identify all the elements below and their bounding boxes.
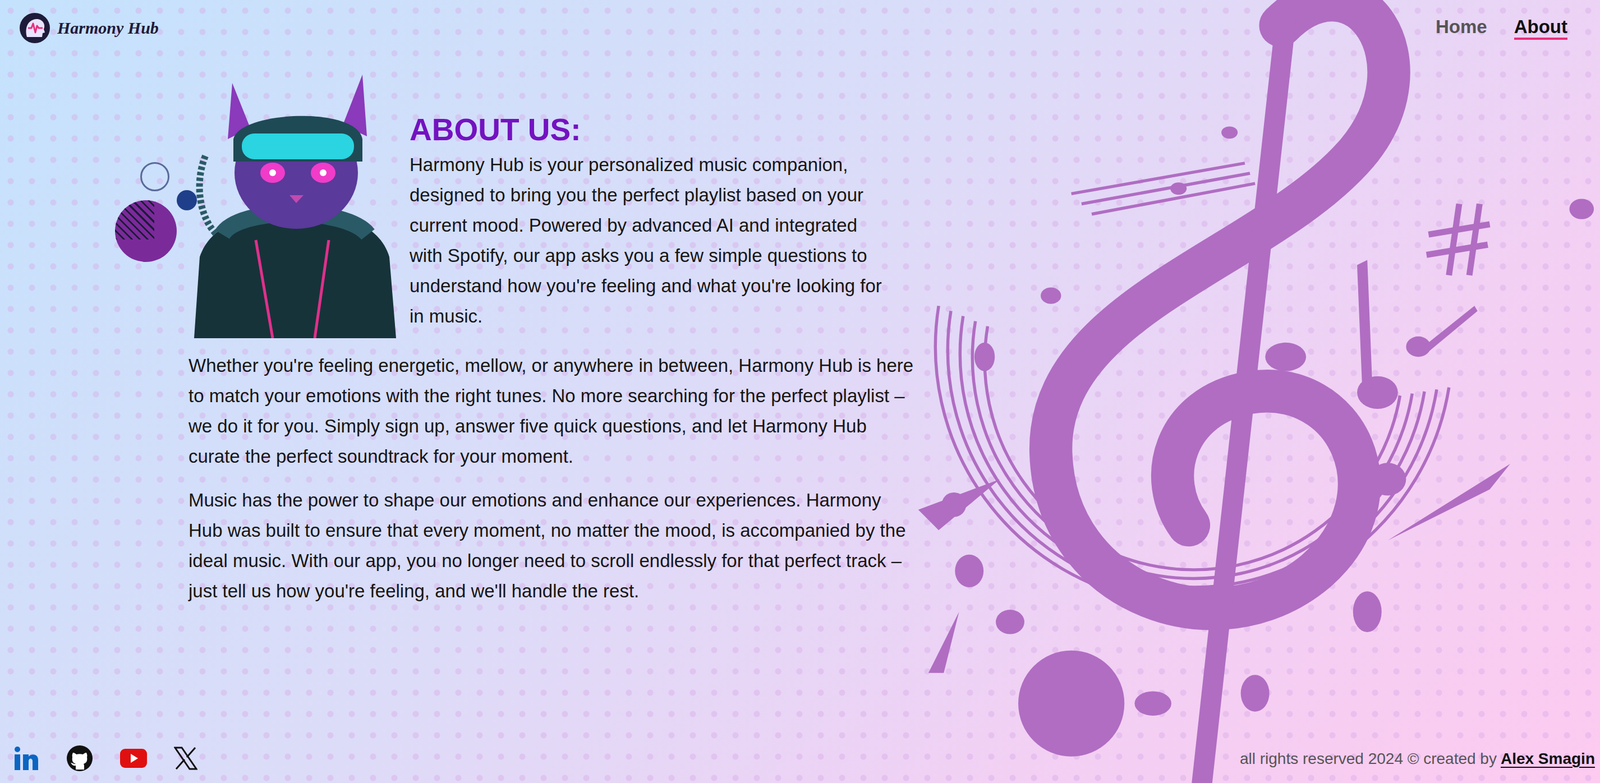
- about-heading: ABOUT US:: [409, 112, 887, 148]
- linkedin-icon[interactable]: [13, 745, 40, 772]
- github-icon[interactable]: [66, 745, 94, 772]
- cat-illustration: [188, 71, 401, 339]
- copyright-text: all rights reserved 2024 © created by: [1239, 747, 1497, 771]
- page: Harmony Hub Home About: [0, 0, 1600, 783]
- logo-icon: [19, 12, 51, 44]
- footer: all rights reserved 2024 © created by Al…: [0, 745, 1600, 783]
- header: Harmony Hub Home About: [0, 0, 1600, 44]
- blue-dot-decoration: [176, 190, 197, 211]
- purple-circle-decoration: [115, 200, 177, 262]
- author-link[interactable]: Alex Smagin: [1500, 747, 1595, 771]
- x-icon[interactable]: [173, 746, 198, 771]
- brand[interactable]: Harmony Hub: [19, 12, 159, 44]
- intro-column: ABOUT US: Harmony Hub is your personaliz…: [409, 112, 887, 339]
- paragraphs: Whether you're feeling energetic, mellow…: [188, 350, 918, 607]
- copyright: all rights reserved 2024 © created by Al…: [1239, 747, 1595, 772]
- nav-link[interactable]: About: [1514, 16, 1568, 40]
- cat-image: [188, 71, 401, 339]
- youtube-icon[interactable]: [120, 748, 147, 769]
- intro-paragraph: Harmony Hub is your personalized music c…: [409, 149, 887, 332]
- nav: Home About: [1435, 16, 1568, 40]
- about-paragraph: Whether you're feeling energetic, mellow…: [188, 350, 918, 472]
- about-paragraph: Music has the power to shape our emotion…: [188, 485, 918, 607]
- nav-link[interactable]: Home: [1435, 16, 1488, 40]
- ring-decoration: [140, 162, 170, 192]
- brand-name: Harmony Hub: [57, 19, 159, 37]
- treble-clef-icon: [877, 0, 1600, 783]
- about-section: ABOUT US: Harmony Hub is your personaliz…: [0, 43, 1600, 746]
- social-links: [13, 745, 198, 772]
